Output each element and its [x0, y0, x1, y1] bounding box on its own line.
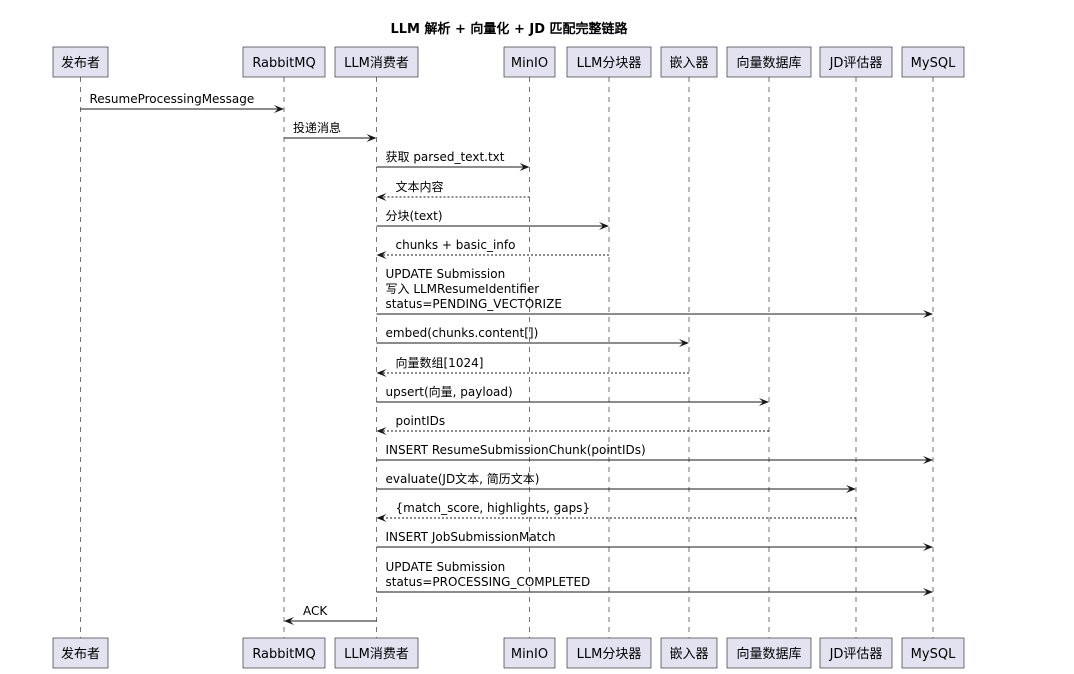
- participant-embedder-top: 嵌入器: [660, 46, 718, 78]
- message-label: 分块(text): [386, 209, 443, 223]
- participant-jdeval-bottom: JD评估器: [819, 637, 893, 669]
- message-11: pointIDs: [376, 414, 769, 435]
- participant-minio-bottom: MinIO: [503, 637, 556, 669]
- message-label: ResumeProcessingMessage: [90, 92, 255, 106]
- message-2: 投递消息: [284, 120, 377, 142]
- message-label: pointIDs: [396, 414, 446, 428]
- participant-jdeval-top: JD评估器: [819, 46, 893, 78]
- participant-label: LLM分块器: [577, 56, 642, 71]
- participant-chunker-top: LLM分块器: [566, 46, 652, 78]
- participant-vectordb-bottom: 向量数据库: [726, 637, 812, 669]
- message-15: INSERT JobSubmissionMatch: [376, 530, 933, 551]
- participant-label: JD评估器: [829, 56, 883, 71]
- message-13: evaluate(JD文本, 简历文本): [376, 471, 856, 493]
- participant-label: MySQL: [911, 647, 956, 662]
- participant-label: LLM消费者: [344, 56, 409, 71]
- participant-label: MySQL: [911, 56, 956, 71]
- participant-label: LLM消费者: [344, 647, 409, 662]
- participant-publisher-top: 发布者: [52, 46, 109, 78]
- participant-label: 向量数据库: [736, 55, 801, 71]
- message-label: INSERT JobSubmissionMatch: [386, 530, 556, 544]
- diagram-title: LLM 解析 + 向量化 + JD 匹配完整链路: [390, 21, 628, 37]
- participant-mysql-bottom: MySQL: [901, 637, 965, 669]
- message-7: UPDATE Submission写入 LLMResumeIdentifiers…: [376, 267, 933, 318]
- message-label: 投递消息: [293, 120, 341, 135]
- participant-mysql-top: MySQL: [901, 46, 965, 78]
- message-label: evaluate(JD文本, 简历文本): [386, 471, 540, 486]
- participant-label: 发布者: [61, 55, 100, 71]
- message-1: ResumeProcessingMessage: [80, 92, 284, 113]
- message-label: {match_score, highlights, gaps}: [396, 501, 591, 515]
- message-label: 向量数组[1024]: [396, 355, 484, 370]
- message-label: ACK: [303, 604, 328, 618]
- participant-minio-top: MinIO: [503, 46, 556, 78]
- message-label: embed(chunks.content[]): [386, 326, 539, 340]
- message-label: UPDATE Submission: [386, 560, 506, 574]
- participant-rabbitmq-top: RabbitMQ: [242, 46, 326, 78]
- participant-label: RabbitMQ: [252, 56, 315, 71]
- message-label: chunks + basic_info: [396, 238, 516, 252]
- participant-label: 向量数据库: [736, 646, 801, 662]
- participant-label: RabbitMQ: [252, 647, 315, 662]
- participant-label: LLM分块器: [577, 647, 642, 662]
- message-17: ACK: [284, 604, 377, 625]
- message-3: 获取 parsed_text.txt: [376, 150, 530, 171]
- participant-label: MinIO: [511, 647, 548, 662]
- message-label: status=PENDING_VECTORIZE: [386, 297, 562, 311]
- participant-consumer-top: LLM消费者: [334, 46, 419, 78]
- participant-vectordb-top: 向量数据库: [726, 46, 812, 78]
- message-14: {match_score, highlights, gaps}: [376, 501, 856, 522]
- participant-consumer-bottom: LLM消费者: [334, 637, 419, 669]
- participant-publisher-bottom: 发布者: [52, 637, 109, 669]
- message-6: chunks + basic_info: [376, 238, 609, 259]
- participant-label: 嵌入器: [669, 647, 708, 662]
- message-10: upsert(向量, payload): [376, 384, 769, 406]
- messages: ResumeProcessingMessage 投递消息获取 parsed_tex…: [80, 92, 933, 625]
- participant-label: 嵌入器: [669, 56, 708, 71]
- participant-label: 发布者: [61, 646, 100, 662]
- message-4: 文本内容: [376, 179, 530, 201]
- lifelines: [80, 77, 934, 638]
- participant-label: MinIO: [511, 56, 548, 71]
- message-label: UPDATE Submission: [386, 267, 506, 281]
- participant-chunker-bottom: LLM分块器: [566, 637, 652, 669]
- message-label: INSERT ResumeSubmissionChunk(pointIDs): [386, 443, 646, 457]
- arrowhead-icon: [376, 514, 387, 522]
- participant-rabbitmq-bottom: RabbitMQ: [242, 637, 326, 669]
- sequence-diagram: LLM 解析 + 向量化 + JD 匹配完整链路 发布者发布者RabbitMQR…: [52, 21, 965, 669]
- message-label: upsert(向量, payload): [386, 384, 513, 399]
- message-16: UPDATE Submissionstatus=PROCESSING_COMPL…: [376, 560, 933, 596]
- message-label: 获取 parsed_text.txt: [386, 150, 505, 164]
- message-8: embed(chunks.content[]): [376, 326, 689, 347]
- participant-embedder-bottom: 嵌入器: [660, 637, 718, 669]
- message-label: 文本内容: [396, 179, 444, 194]
- message-9: 向量数组[1024]: [376, 355, 689, 377]
- message-label: status=PROCESSING_COMPLETED: [386, 575, 591, 589]
- participant-label: JD评估器: [829, 647, 883, 662]
- message-label: 写入 LLMResumeIdentifier: [386, 282, 540, 296]
- message-12: INSERT ResumeSubmissionChunk(pointIDs): [376, 443, 933, 464]
- message-5: 分块(text): [376, 209, 609, 230]
